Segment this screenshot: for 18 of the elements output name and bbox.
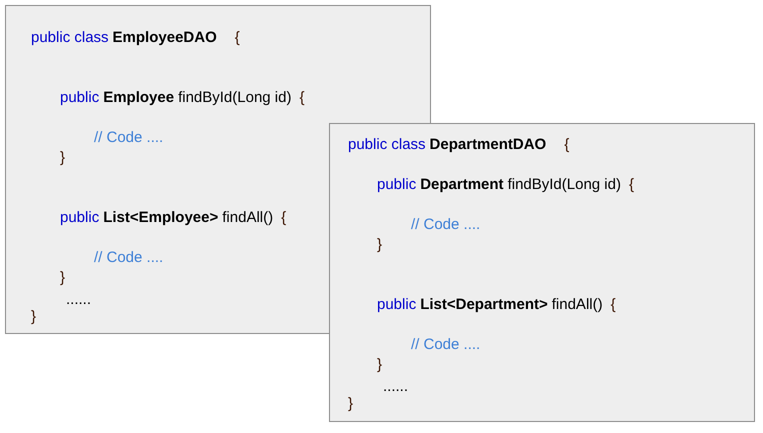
code-line: } xyxy=(60,148,66,168)
code-line: public Employee findById(Long id) { xyxy=(60,88,306,108)
code-line: } xyxy=(31,307,38,327)
code-line: } xyxy=(348,394,354,414)
code-line: } xyxy=(377,235,384,255)
code-comment: // Code .... xyxy=(94,128,164,148)
code-comment: // Code .... xyxy=(411,215,482,235)
code-line: ...... xyxy=(383,377,410,397)
code-line: } xyxy=(377,355,384,375)
code-line: public Department findById(Long id) { xyxy=(377,175,635,195)
code-comment: // Code .... xyxy=(411,335,482,355)
code-line: public List<Employee> findAll() { xyxy=(60,208,288,228)
code-line: public List<Department> findAll() { xyxy=(377,295,617,315)
code-line: public class EmployeeDAO { xyxy=(31,28,241,48)
code-line: public class DepartmentDAO { xyxy=(348,135,570,155)
code-line: ...... xyxy=(66,290,92,310)
code-line: } xyxy=(60,268,66,288)
code-comment: // Code .... xyxy=(94,248,164,268)
